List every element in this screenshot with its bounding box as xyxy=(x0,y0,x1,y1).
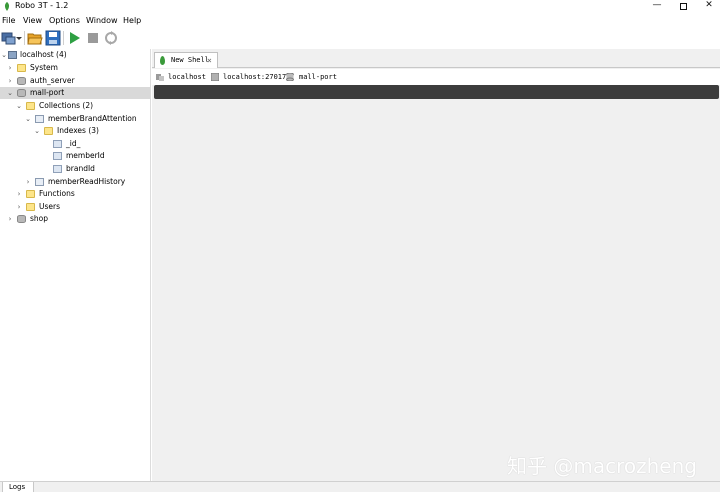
menu-bar: File View Options Window Help xyxy=(0,15,720,27)
tree-node-label: auth_server xyxy=(30,76,75,85)
explorer-tree: ⌄ localhost (4) › System › auth_server ⌄… xyxy=(0,49,151,481)
title-bar: Robo 3T - 1.2 — ✕ xyxy=(0,0,720,13)
tree-node-label: memberBrandAttention xyxy=(48,114,137,123)
tree-node-shop[interactable]: › shop xyxy=(0,213,150,225)
maximize-icon xyxy=(679,3,687,10)
tab-label: New Shell xyxy=(171,56,209,64)
toolbar xyxy=(0,28,720,49)
shell-command-input[interactable] xyxy=(154,85,719,99)
tree-node-label: Collections (2) xyxy=(39,101,94,110)
tree-node-label: Indexes (3) xyxy=(57,126,99,135)
close-tab-icon[interactable]: × xyxy=(207,53,212,68)
tree-node-index-brand-id[interactable]: brandId xyxy=(0,163,150,175)
chevron-right-icon[interactable]: › xyxy=(6,75,14,87)
tree-node-mall-port[interactable]: ⌄ mall-port xyxy=(0,87,150,99)
chevron-down-icon[interactable]: ⌄ xyxy=(6,87,14,99)
folder-icon xyxy=(17,64,26,72)
maximize-button[interactable] xyxy=(670,0,696,13)
tree-node-index-id[interactable]: _id_ xyxy=(0,138,150,150)
run-icon[interactable] xyxy=(67,30,83,46)
save-icon[interactable] xyxy=(45,30,61,46)
folder-icon xyxy=(44,127,53,135)
collection-icon xyxy=(35,115,44,123)
database-icon xyxy=(17,89,26,97)
chevron-down-icon[interactable]: ⌄ xyxy=(15,100,23,112)
tree-node-server[interactable]: ⌄ localhost (4) xyxy=(0,49,150,61)
chevron-right-icon[interactable]: › xyxy=(24,176,32,188)
chevron-down-icon[interactable]: ⌄ xyxy=(24,113,32,125)
tab-new-shell[interactable]: New Shell × xyxy=(154,52,218,68)
tree-node-label: memberReadHistory xyxy=(48,177,126,186)
shell-info-bar: localhost localhost:27017 mall-port xyxy=(152,69,720,85)
tree-node-label: memberId xyxy=(66,151,105,160)
tree-node-label: mall-port xyxy=(30,88,65,97)
folder-icon xyxy=(26,203,35,211)
stop-icon[interactable] xyxy=(85,30,101,46)
tree-node-system[interactable]: › System xyxy=(0,62,150,74)
tree-node-label: Functions xyxy=(39,189,75,198)
menu-window[interactable]: Window xyxy=(86,16,118,26)
shell-address-label: localhost:27017 xyxy=(223,73,287,81)
folder-icon xyxy=(26,190,35,198)
watermark: 知乎 @macrozheng xyxy=(507,454,697,478)
tree-node-label: brandId xyxy=(66,164,95,173)
chevron-right-icon[interactable]: › xyxy=(6,213,14,225)
index-icon xyxy=(53,140,62,148)
tab-bar: New Shell × xyxy=(152,49,720,68)
tree-node-member-brand-attention[interactable]: ⌄ memberBrandAttention xyxy=(0,113,150,125)
chevron-right-icon[interactable]: › xyxy=(15,201,23,213)
minimize-icon: — xyxy=(652,0,662,10)
open-folder-icon[interactable] xyxy=(27,30,43,46)
index-icon xyxy=(53,165,62,173)
tree-node-label: shop xyxy=(30,214,49,223)
chevron-down-icon[interactable]: ⌄ xyxy=(0,49,8,61)
tree-node-label: System xyxy=(30,63,58,72)
menu-options[interactable]: Options xyxy=(49,16,80,26)
menu-view[interactable]: View xyxy=(23,16,42,26)
shell-server-label: localhost xyxy=(168,73,206,81)
database-icon xyxy=(17,77,26,85)
toolbar-separator xyxy=(63,31,64,45)
toolbar-separator xyxy=(24,31,25,45)
tree-node-member-read-history[interactable]: › memberReadHistory xyxy=(0,176,150,188)
menu-help[interactable]: Help xyxy=(123,16,141,26)
tree-node-label: Users xyxy=(39,202,61,211)
server-icon xyxy=(8,51,17,59)
robo3t-logo-icon xyxy=(4,2,10,11)
tree-node-functions[interactable]: › Functions xyxy=(0,188,150,200)
logs-bar: Logs xyxy=(0,481,720,492)
dropdown-icon[interactable] xyxy=(15,30,23,46)
minimize-button[interactable]: — xyxy=(644,0,670,13)
chevron-down-icon[interactable]: ⌄ xyxy=(33,125,41,137)
tree-node-collections[interactable]: ⌄ Collections (2) xyxy=(0,100,150,112)
leaf-icon xyxy=(160,56,165,65)
chevron-right-icon[interactable]: › xyxy=(6,62,14,74)
close-button[interactable]: ✕ xyxy=(696,0,720,13)
database-icon xyxy=(286,73,294,81)
rotate-icon[interactable] xyxy=(103,30,119,46)
window-title: Robo 3T - 1.2 xyxy=(15,1,69,10)
server-icon xyxy=(156,74,164,81)
results-area xyxy=(152,101,720,481)
database-icon xyxy=(17,215,26,223)
chevron-right-icon[interactable]: › xyxy=(15,188,23,200)
folder-icon xyxy=(26,102,35,110)
tree-node-users[interactable]: › Users xyxy=(0,201,150,213)
collection-icon xyxy=(35,178,44,186)
tab-logs[interactable]: Logs xyxy=(2,482,34,492)
tree-node-index-member-id[interactable]: memberId xyxy=(0,150,150,162)
tree-node-label: localhost (4) xyxy=(20,50,67,59)
close-icon: ✕ xyxy=(705,0,713,10)
shell-database-label: mall-port xyxy=(299,73,337,81)
tree-node-indexes[interactable]: ⌄ Indexes (3) xyxy=(0,125,150,137)
tree-node-label: _id_ xyxy=(66,139,81,148)
computer-icon xyxy=(211,73,219,81)
shell-panel: New Shell × localhost localhost:27017 ma… xyxy=(152,49,720,481)
tree-node-auth-server[interactable]: › auth_server xyxy=(0,75,150,87)
menu-file[interactable]: File xyxy=(2,16,15,26)
index-icon xyxy=(53,152,62,160)
